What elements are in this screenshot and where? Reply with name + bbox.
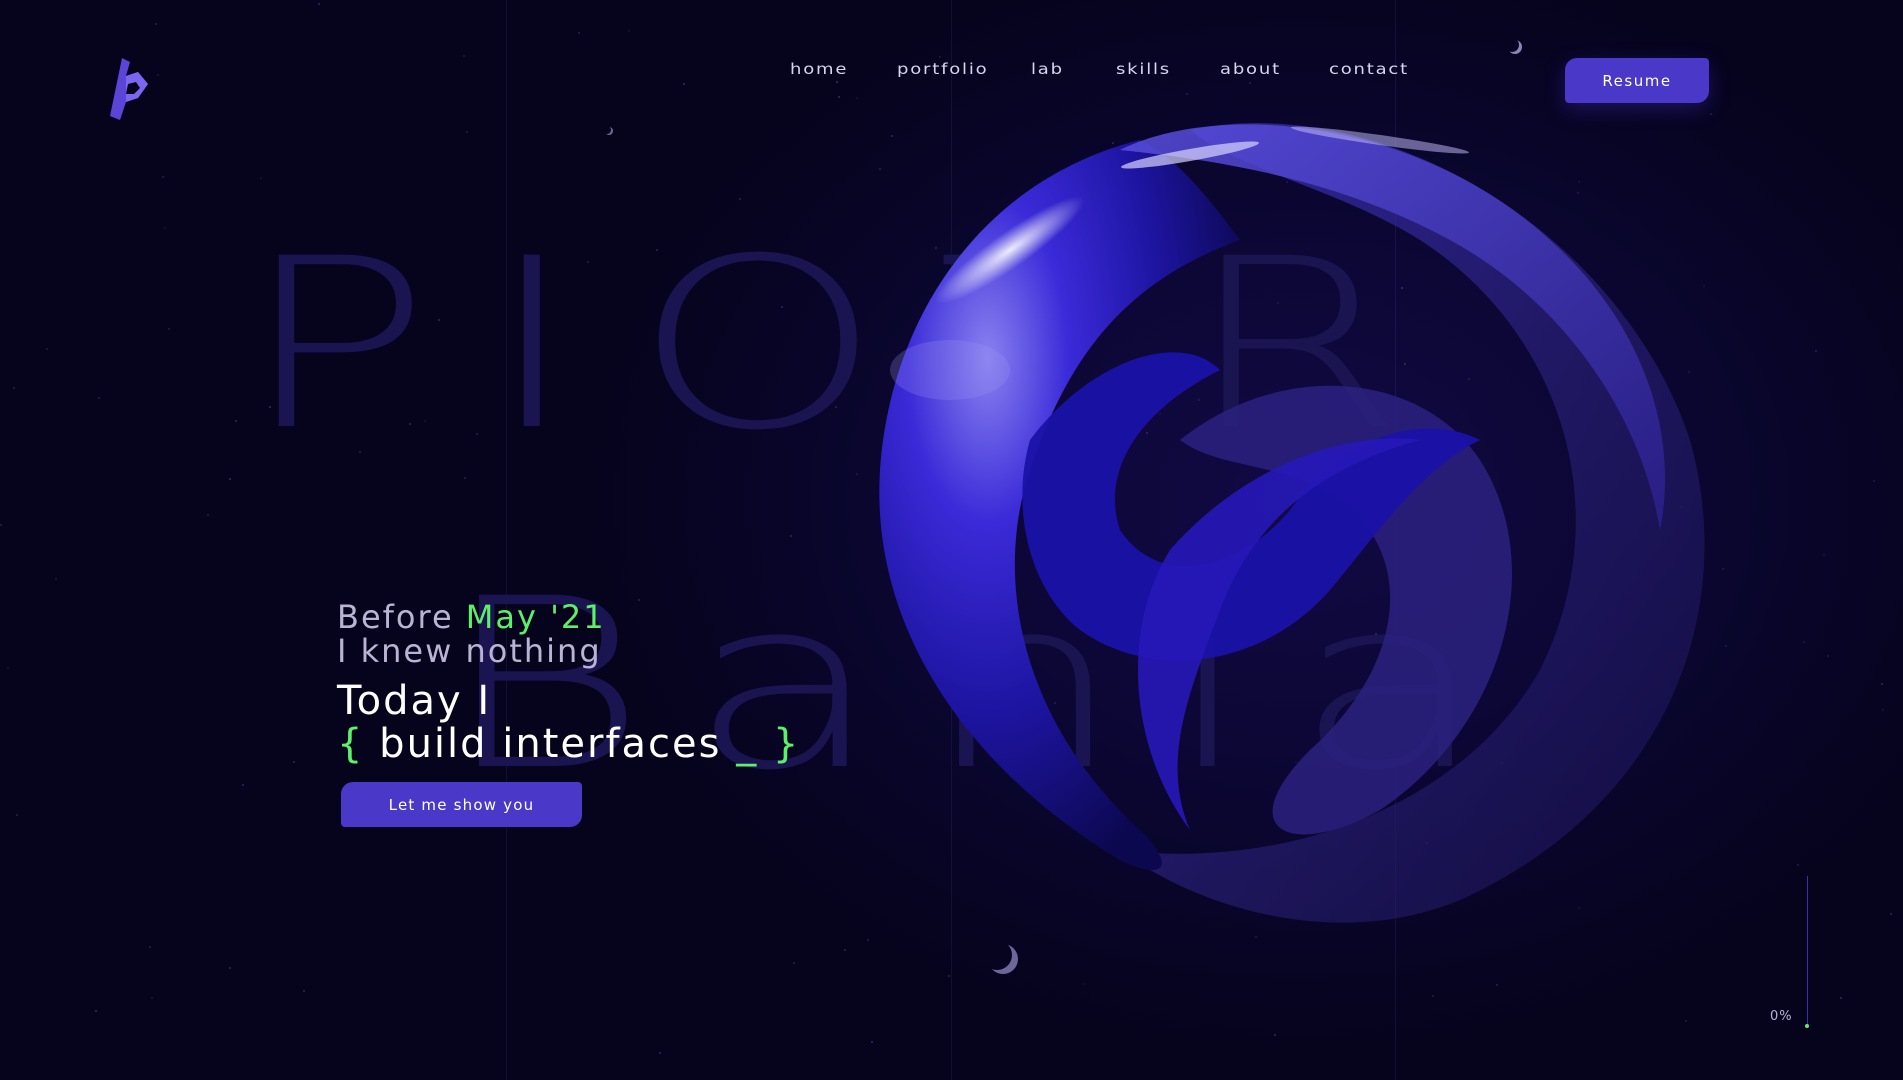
star: [207, 514, 210, 517]
star: [45, 348, 48, 351]
star: [151, 996, 154, 999]
scroll-progress-track: [1807, 876, 1808, 1026]
hero-knew-line: I knew nothing: [337, 632, 602, 670]
hero-before-prefix: Before: [337, 598, 454, 636]
star: [1881, 708, 1884, 711]
star: [1839, 997, 1842, 1000]
star: [1185, 92, 1188, 95]
hero-today-line: Today I: [337, 678, 492, 724]
star: [1495, 984, 1498, 987]
typing-cursor: _: [736, 721, 759, 767]
star: [1880, 683, 1883, 686]
nav-skills[interactable]: Skills: [1116, 60, 1171, 78]
star: [235, 419, 238, 422]
star: [95, 1010, 98, 1013]
star: [155, 22, 158, 25]
main-nav: Home Portfolio Lab Skills About Contact: [790, 60, 1453, 78]
nav-home[interactable]: Home: [790, 60, 848, 78]
star: [947, 975, 950, 978]
hero-build-line: { build interfaces _ }: [337, 722, 800, 766]
hero-before-line: Before May '21: [337, 600, 800, 634]
nav-portfolio[interactable]: Portfolio: [897, 60, 988, 78]
star: [1890, 912, 1893, 915]
star: [870, 1040, 873, 1043]
page: PIOTR Bania: [0, 0, 1903, 1080]
star: [739, 197, 742, 200]
star: [1274, 1033, 1277, 1036]
star: [149, 945, 152, 948]
star: [16, 813, 19, 816]
brand-logo-icon[interactable]: [108, 58, 154, 120]
scroll-progress-indicator: [1805, 1024, 1809, 1028]
hero-build-text: build interfaces: [379, 721, 722, 767]
star: [1432, 994, 1435, 997]
star: [682, 83, 685, 86]
glass-swirl-sphere: [879, 123, 1705, 923]
star: [293, 760, 296, 763]
hero-text: Before May '21 I knew nothing Today I { …: [337, 600, 800, 766]
star: [1814, 349, 1817, 352]
star: [658, 1051, 661, 1054]
star: [7, 666, 10, 669]
star: [1823, 553, 1826, 556]
star: [463, 54, 466, 57]
star: [259, 177, 262, 180]
cta-show-me-button[interactable]: Let me show you: [341, 782, 582, 827]
star: [157, 73, 160, 76]
resume-button[interactable]: Resume: [1565, 58, 1709, 103]
hero-before-date: May '21: [465, 598, 606, 636]
star: [1685, 1020, 1688, 1023]
star: [161, 175, 164, 178]
star: [1249, 82, 1252, 85]
star: [1797, 863, 1800, 866]
star: [241, 783, 244, 786]
star: [855, 97, 858, 100]
star: [228, 967, 231, 970]
grid-line: [506, 0, 507, 1080]
star: [938, 56, 941, 58]
star: [628, 29, 631, 32]
star: [13, 387, 16, 390]
star: [792, 962, 795, 965]
star: [836, 81, 839, 84]
brace-open: {: [337, 721, 365, 767]
moon-icon: [605, 127, 613, 135]
moon-icon: [1508, 40, 1522, 54]
star: [0, 524, 3, 527]
star: [229, 477, 232, 480]
star: [55, 577, 58, 580]
star: [317, 3, 320, 6]
nav-lab[interactable]: Lab: [1031, 60, 1064, 78]
star: [98, 397, 101, 400]
star: [577, 31, 580, 34]
brace-close: }: [772, 721, 801, 767]
star: [1083, 983, 1086, 986]
star: [163, 226, 166, 229]
star: [466, 131, 469, 134]
star: [302, 990, 305, 993]
star: [1872, 479, 1875, 482]
star: [1802, 640, 1805, 643]
scroll-progress-label: 0%: [1770, 1009, 1793, 1024]
nav-contact[interactable]: Contact: [1329, 60, 1409, 78]
star: [167, 328, 170, 331]
star: [789, 535, 792, 538]
star: [1827, 655, 1830, 658]
nav-about[interactable]: About: [1220, 60, 1281, 78]
star: [843, 949, 846, 952]
star: [838, 96, 841, 99]
